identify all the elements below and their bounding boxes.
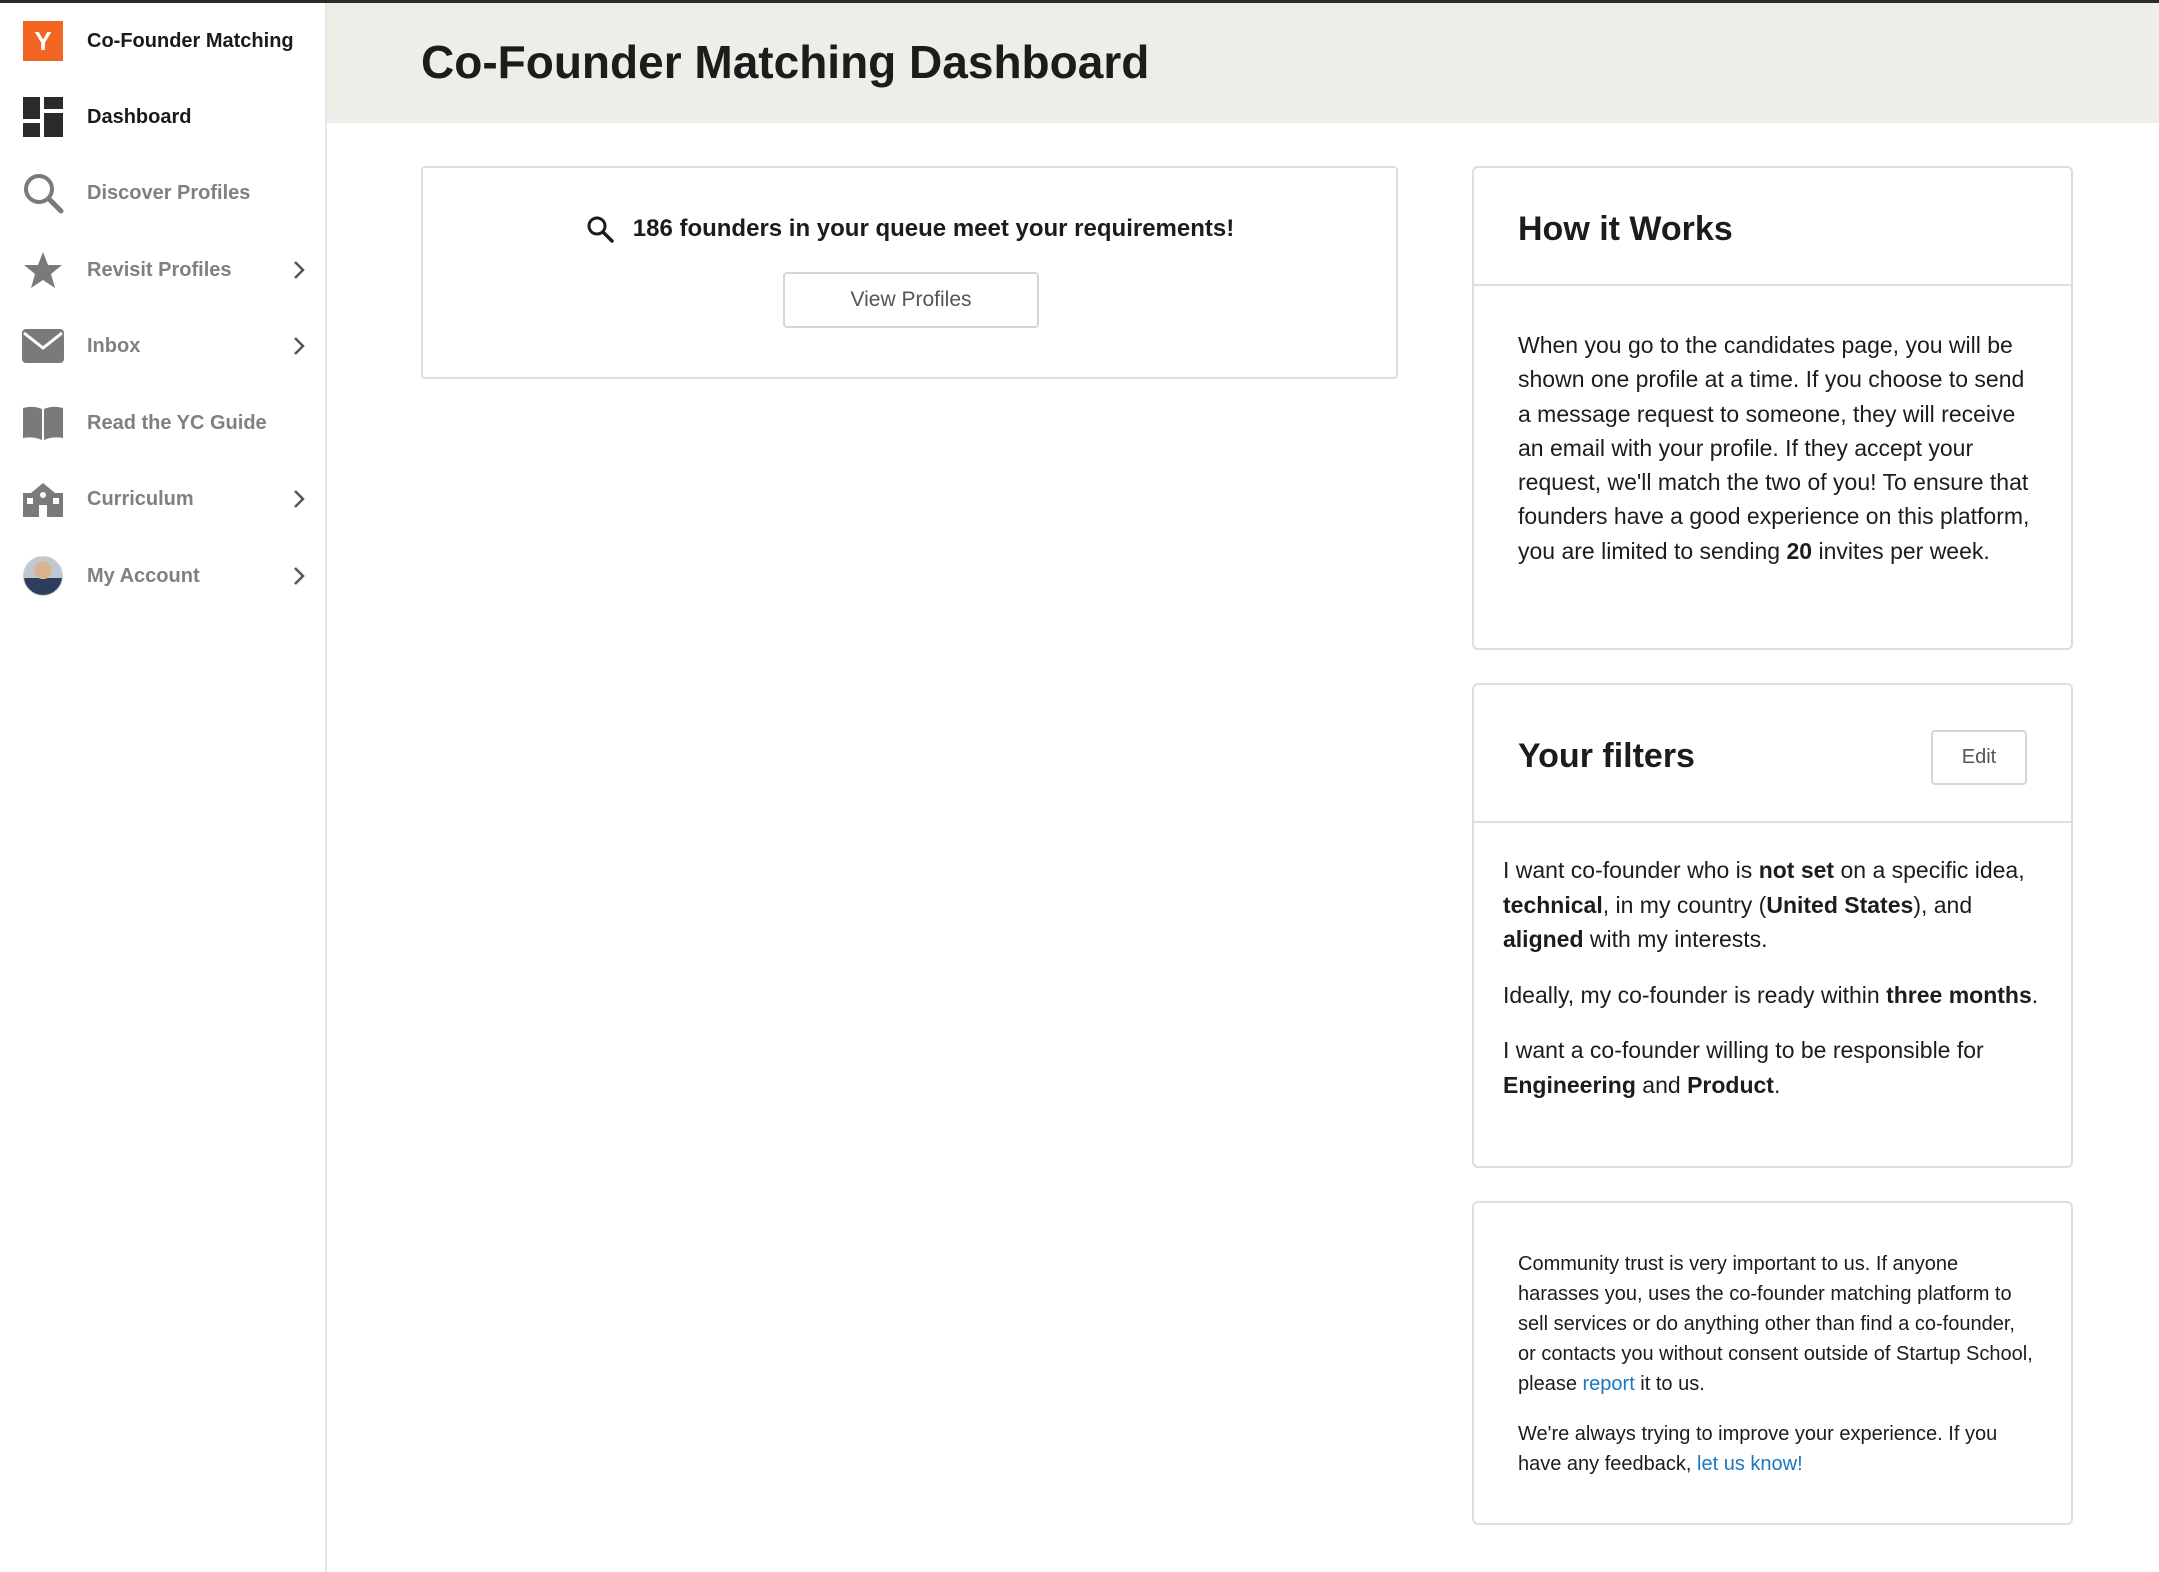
- sidebar-item-label: Dashboard: [87, 105, 192, 128]
- filter-value-area: Engineering: [1503, 1071, 1636, 1098]
- filter-text: and: [1635, 1071, 1688, 1098]
- sidebar-item-yc-guide[interactable]: Read the YC Guide: [0, 393, 325, 453]
- trust-paragraph: Community trust is very important to us.…: [1518, 1249, 2038, 1399]
- filter-idea-paragraph: I want co-founder who is not set on a sp…: [1503, 853, 2043, 957]
- yc-logo-icon: Y: [22, 20, 64, 62]
- sidebar-item-label: Read the YC Guide: [87, 411, 267, 434]
- filters-title: Your filters: [1518, 737, 1695, 775]
- feedback-link[interactable]: let us know!: [1697, 1453, 1803, 1475]
- logo-letter: Y: [23, 21, 63, 61]
- how-it-works-text: When you go to the candidates page, you …: [1518, 328, 2038, 568]
- filters-card: Your filters Edit I want co-founder who …: [1472, 683, 2073, 1168]
- star-icon: [22, 249, 64, 291]
- edit-filters-button[interactable]: Edit: [1931, 730, 2027, 785]
- filter-text: ), and: [1913, 891, 1973, 918]
- sidebar-item-discover-profiles[interactable]: Discover Profiles: [0, 163, 325, 223]
- book-icon: [22, 402, 64, 444]
- sidebar-item-label: Discover Profiles: [87, 181, 251, 204]
- sidebar-app-header[interactable]: Y Co-Founder Matching: [0, 11, 325, 71]
- filter-timing-paragraph: Ideally, my co-founder is ready within t…: [1503, 978, 2043, 1013]
- how-it-works-title: How it Works: [1518, 210, 1733, 248]
- filter-text: on a specific idea,: [1834, 857, 2025, 883]
- chevron-right-icon: [288, 565, 310, 587]
- avatar: [22, 555, 64, 597]
- sidebar-item-label: My Account: [87, 564, 200, 587]
- search-icon: [585, 214, 615, 244]
- filter-value-idea: not set: [1758, 857, 1835, 883]
- sidebar: Y Co-Founder Matching Dashboard Discover…: [0, 3, 327, 1572]
- search-icon: [22, 172, 64, 214]
- card-header: Your filters Edit: [1474, 685, 2071, 823]
- sidebar-item-dashboard[interactable]: Dashboard: [0, 87, 325, 147]
- chevron-right-icon: [288, 488, 310, 510]
- school-icon: [22, 478, 64, 520]
- filter-text: .: [1773, 1071, 1781, 1098]
- card-header: How it Works: [1474, 168, 2071, 286]
- chevron-right-icon: [288, 335, 310, 357]
- dashboard-icon: [22, 96, 64, 138]
- page-title: Co-Founder Matching Dashboard: [421, 36, 1150, 88]
- filters-summary: I want co-founder who is not set on a sp…: [1503, 853, 2043, 1123]
- feedback-paragraph: We're always trying to improve your expe…: [1518, 1419, 2038, 1479]
- filter-value-timing: three months: [1886, 981, 2032, 1008]
- invite-limit: 20: [1786, 537, 1813, 564]
- report-link[interactable]: report: [1583, 1373, 1635, 1395]
- filter-text: with my interests.: [1583, 926, 1768, 952]
- queue-message-row: 186 founders in your queue meet your req…: [423, 214, 1396, 244]
- filter-value-technical: technical: [1503, 891, 1603, 918]
- community-trust-card: Community trust is very important to us.…: [1472, 1201, 2073, 1525]
- sidebar-item-label: Inbox: [87, 334, 141, 357]
- sidebar-item-revisit-profiles[interactable]: Revisit Profiles: [0, 240, 325, 300]
- how-text-part: When you go to the candidates page, you …: [1518, 332, 2030, 564]
- filter-value-country: United States: [1766, 891, 1914, 918]
- view-profiles-button[interactable]: View Profiles: [783, 272, 1039, 328]
- filter-text: , in my country (: [1602, 891, 1767, 918]
- mail-icon: [22, 325, 64, 367]
- community-trust-text: Community trust is very important to us.…: [1518, 1249, 2038, 1499]
- sidebar-item-label: Curriculum: [87, 487, 194, 510]
- chevron-right-icon: [288, 259, 310, 281]
- page-header: Co-Founder Matching Dashboard: [327, 3, 2159, 123]
- sidebar-item-curriculum[interactable]: Curriculum: [0, 469, 325, 529]
- filter-value-area: Product: [1687, 1071, 1774, 1098]
- filter-text: I want co-founder who is: [1503, 857, 1759, 883]
- filter-text: I want a co-founder willing to be respon…: [1503, 1037, 1984, 1063]
- filter-text: Ideally, my co-founder is ready within: [1503, 981, 1887, 1008]
- app-name: Co-Founder Matching: [87, 29, 294, 52]
- sidebar-item-inbox[interactable]: Inbox: [0, 316, 325, 376]
- filter-value-interests: aligned: [1503, 926, 1584, 952]
- sidebar-item-my-account[interactable]: My Account: [0, 546, 325, 606]
- filter-text: .: [2031, 981, 2039, 1008]
- how-text-part: invites per week.: [1812, 537, 1990, 564]
- queue-card: 186 founders in your queue meet your req…: [421, 166, 1398, 379]
- sidebar-item-label: Revisit Profiles: [87, 258, 232, 281]
- queue-message: 186 founders in your queue meet your req…: [632, 215, 1235, 242]
- trust-text: it to us.: [1634, 1373, 1705, 1395]
- how-it-works-card: How it Works When you go to the candidat…: [1472, 166, 2073, 650]
- filter-responsibility-paragraph: I want a co-founder willing to be respon…: [1503, 1033, 2043, 1102]
